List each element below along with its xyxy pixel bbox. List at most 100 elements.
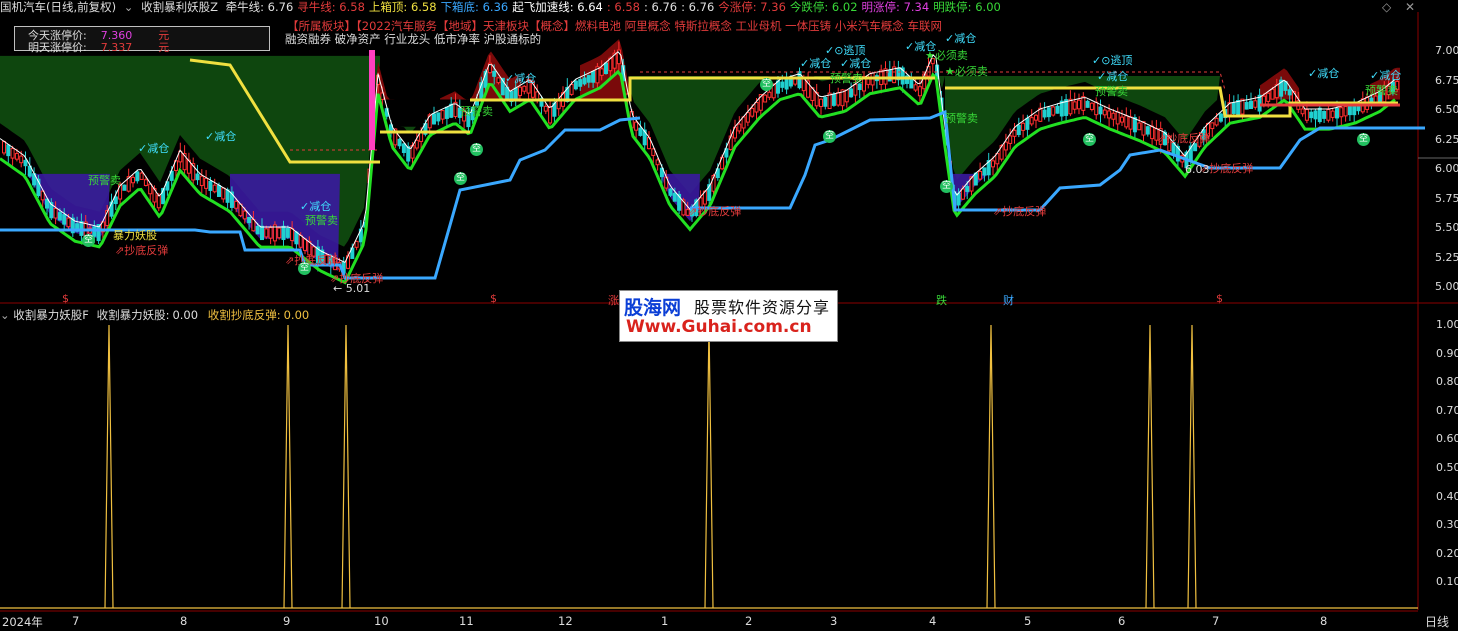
candle-body <box>1145 126 1150 135</box>
empty-signal-icon: 空 <box>760 78 773 91</box>
candle-body <box>1339 107 1344 118</box>
candle-body <box>53 208 58 219</box>
candle-body <box>1261 95 1266 106</box>
date-tick: 10 <box>374 614 389 628</box>
date-tick: 8 <box>1320 614 1328 628</box>
candle-body <box>1008 135 1013 144</box>
signal-marker: ✓减仓 <box>1308 67 1340 80</box>
sub-indicator-name[interactable]: 收割暴力妖股F <box>13 308 89 322</box>
price-tick: 5.50 <box>1435 221 1458 234</box>
candle-body <box>14 153 19 160</box>
candle-body <box>672 192 677 202</box>
close-icon[interactable]: ◇ <box>1382 0 1391 14</box>
candle-body <box>586 75 591 83</box>
watermark-banner: 股海网 股票软件资源分享 Www.Guhai.com.cn <box>619 290 838 342</box>
signal-marker: 预警卖 <box>945 112 978 125</box>
candle-body <box>513 87 518 101</box>
candle-body <box>195 173 200 181</box>
candle-body <box>139 172 144 180</box>
sub-item2-label: 收割抄底反弹: <box>207 308 281 322</box>
header-item: 明跌停: 6.00 <box>933 0 1001 14</box>
signal-marker: ✓减仓 <box>138 142 170 155</box>
candle-body <box>2 141 6 154</box>
signal-marker: ★必须卖 <box>925 49 968 62</box>
signal-marker: ⇗抄底反弹 <box>285 254 339 267</box>
signal-spike <box>283 324 293 609</box>
header-item: 今跌停: 6.02 <box>789 0 858 14</box>
signal-marker: ⇗抄底反弹 <box>993 205 1047 218</box>
tomorrow-limit-value: 7.337 <box>100 41 133 54</box>
candle-body <box>1034 114 1038 121</box>
candle-body <box>444 106 449 119</box>
candle-body <box>1347 105 1352 116</box>
header-item: : 6.76 <box>681 0 715 14</box>
indicator-tick: 0.40 <box>1436 489 1458 503</box>
candle-body <box>599 68 604 76</box>
indicator-name[interactable]: 收割暴利妖股Z <box>141 0 218 14</box>
collapse-icon[interactable]: ⌄ <box>124 0 134 14</box>
candle-body <box>1244 101 1249 110</box>
signal-spike <box>704 324 714 609</box>
candle-body <box>1309 111 1314 119</box>
signal-marker: ✓⊙逃顶 <box>1092 54 1133 67</box>
watermark-slogan: 股票软件资源分享 <box>694 298 831 317</box>
candle-body <box>449 103 454 118</box>
candle-body <box>638 127 643 136</box>
candle-body <box>978 170 983 180</box>
candle-body <box>260 225 264 241</box>
candle-body <box>844 89 849 103</box>
candle-body <box>1128 116 1133 130</box>
candle-body <box>543 105 548 112</box>
price-tick: 5.25 <box>1435 250 1458 264</box>
signal-marker: 跌 <box>936 294 947 307</box>
candle-body <box>1124 115 1129 128</box>
sub-item1-label: 收割暴力妖股: <box>96 308 170 322</box>
tomorrow-limit-label: 明天涨停价: <box>28 41 87 54</box>
header-item: 明涨停: 7.34 <box>861 0 930 14</box>
stock-title[interactable]: 国机汽车(日线,前复权) <box>0 0 116 14</box>
empty-signal-icon: 空 <box>298 262 311 275</box>
candle-body <box>1249 100 1253 110</box>
empty-signal-icon: 空 <box>82 234 95 247</box>
candle-body <box>604 62 608 74</box>
candle-body <box>432 113 436 125</box>
tomorrow-limit-unit: 元 <box>158 41 170 54</box>
period-button[interactable]: 日线 <box>1425 613 1449 630</box>
date-tick: 2024年 <box>2 615 43 629</box>
signal-marker: ⇗抄底反弹 <box>115 244 169 257</box>
indicator-tick: 0.70 <box>1436 403 1458 417</box>
candle-body <box>113 196 118 205</box>
candle-body <box>965 186 970 192</box>
candle-body <box>909 78 914 89</box>
candle-body <box>1283 81 1288 91</box>
candle-body <box>1077 99 1081 110</box>
watermark-url: Www.Guhai.com.cn <box>626 317 812 337</box>
candle-body <box>247 217 252 224</box>
signal-spike <box>1187 324 1197 609</box>
settings-icon[interactable]: ✕ <box>1405 0 1415 14</box>
candle-body <box>1081 96 1086 111</box>
empty-signal-icon: 空 <box>1083 133 1096 146</box>
candle-body <box>143 179 148 186</box>
candle-body <box>492 70 497 77</box>
collapse-icon[interactable]: ⌄ <box>0 308 10 322</box>
candle-body <box>1150 125 1155 140</box>
candle-body <box>62 214 67 225</box>
signal-spike <box>104 324 114 609</box>
candle-body <box>1343 106 1348 117</box>
price-tick: 7.00 <box>1435 44 1458 57</box>
candle-body <box>204 177 209 189</box>
signal-marker: 财 <box>1003 294 1014 307</box>
candle-body <box>737 123 742 132</box>
candle-body <box>1210 122 1215 130</box>
candle-body <box>397 138 402 147</box>
candle-body <box>1098 106 1103 115</box>
date-tick: 5 <box>1024 614 1032 628</box>
price-tick: 6.50 <box>1435 103 1458 116</box>
candle-body <box>634 121 639 131</box>
candle-body <box>668 188 673 196</box>
limit-price-box: 今天涨停价: 7.360 元 明天涨停价: 7.337 元 <box>14 26 270 54</box>
signal-spike <box>341 324 351 609</box>
candle-body <box>831 93 836 106</box>
candle-body <box>156 194 161 209</box>
